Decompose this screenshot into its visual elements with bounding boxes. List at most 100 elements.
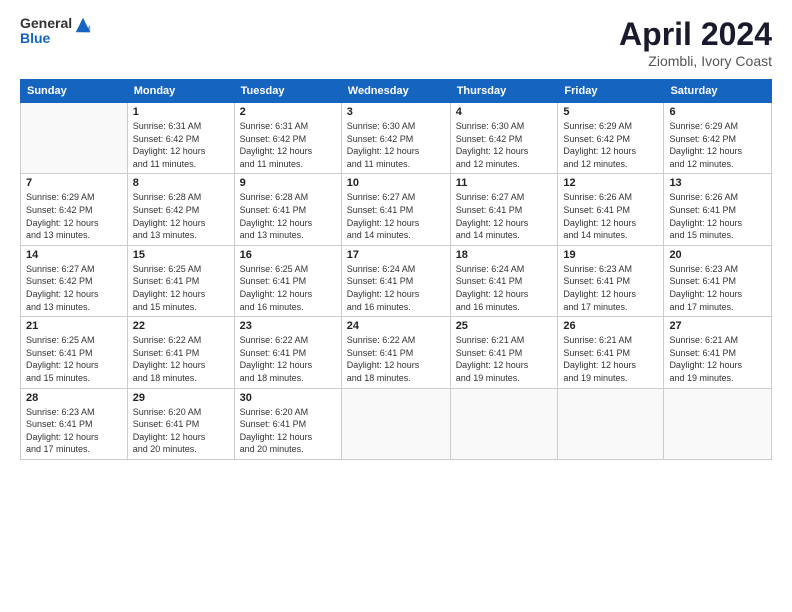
day-info: Sunrise: 6:24 AMSunset: 6:41 PMDaylight:… xyxy=(456,264,529,312)
day-info: Sunrise: 6:30 AMSunset: 6:42 PMDaylight:… xyxy=(456,121,529,169)
day-number: 16 xyxy=(240,249,336,261)
day-number: 29 xyxy=(133,392,229,404)
table-row: 22 Sunrise: 6:22 AMSunset: 6:41 PMDayligh… xyxy=(127,317,234,388)
day-info: Sunrise: 6:29 AMSunset: 6:42 PMDaylight:… xyxy=(26,192,99,240)
table-row: 8Sunrise: 6:28 AMSunset: 6:42 PMDaylight… xyxy=(127,174,234,245)
day-info: Sunrise: 6:29 AMSunset: 6:42 PMDaylight:… xyxy=(669,121,742,169)
day-number: 30 xyxy=(240,392,336,404)
table-row: 28 Sunrise: 6:23 AMSunset: 6:41 PMDayligh… xyxy=(21,388,128,459)
day-number: 27 xyxy=(669,320,766,332)
day-number: 13 xyxy=(669,177,766,189)
calendar-table: Sunday Monday Tuesday Wednesday Thursday… xyxy=(20,79,772,460)
table-row: 6 Sunrise: 6:29 AMSunset: 6:42 PMDaylight… xyxy=(664,103,772,174)
day-number: 19 xyxy=(563,249,658,261)
day-number: 25 xyxy=(456,320,553,332)
day-number: 3 xyxy=(347,106,445,118)
day-info: Sunrise: 6:22 AMSunset: 6:41 PMDaylight:… xyxy=(347,335,420,383)
table-row xyxy=(341,388,450,459)
table-row: 10Sunrise: 6:27 AMSunset: 6:41 PMDayligh… xyxy=(341,174,450,245)
day-number: 26 xyxy=(563,320,658,332)
col-sunday: Sunday xyxy=(21,80,128,103)
table-row xyxy=(21,103,128,174)
table-row: 26 Sunrise: 6:21 AMSunset: 6:41 PMDayligh… xyxy=(558,317,664,388)
col-thursday: Thursday xyxy=(450,80,558,103)
day-info: Sunrise: 6:25 AMSunset: 6:41 PMDaylight:… xyxy=(133,264,206,312)
day-number: 6 xyxy=(669,106,766,118)
table-row: 7 Sunrise: 6:29 AMSunset: 6:42 PMDaylight… xyxy=(21,174,128,245)
day-number: 21 xyxy=(26,320,122,332)
day-info: Sunrise: 6:26 AMSunset: 6:41 PMDaylight:… xyxy=(563,192,636,240)
day-number: 2 xyxy=(240,106,336,118)
day-info: Sunrise: 6:23 AMSunset: 6:41 PMDaylight:… xyxy=(26,407,99,455)
table-row: 20 Sunrise: 6:23 AMSunset: 6:41 PMDayligh… xyxy=(664,245,772,316)
col-monday: Monday xyxy=(127,80,234,103)
table-row: 29 Sunrise: 6:20 AMSunset: 6:41 PMDayligh… xyxy=(127,388,234,459)
table-row xyxy=(450,388,558,459)
day-info: Sunrise: 6:23 AMSunset: 6:41 PMDaylight:… xyxy=(669,264,742,312)
table-row: 4Sunrise: 6:30 AMSunset: 6:42 PMDaylight… xyxy=(450,103,558,174)
table-row: 16 Sunrise: 6:25 AMSunset: 6:41 PMDayligh… xyxy=(234,245,341,316)
day-info: Sunrise: 6:28 AMSunset: 6:42 PMDaylight:… xyxy=(133,192,206,240)
logo: General Blue xyxy=(20,16,92,47)
calendar-week-row: 14 Sunrise: 6:27 AMSunset: 6:42 PMDayligh… xyxy=(21,245,772,316)
col-tuesday: Tuesday xyxy=(234,80,341,103)
day-number: 12 xyxy=(563,177,658,189)
day-number: 7 xyxy=(26,177,122,189)
day-info: Sunrise: 6:29 AMSunset: 6:42 PMDaylight:… xyxy=(563,121,636,169)
table-row: 24 Sunrise: 6:22 AMSunset: 6:41 PMDayligh… xyxy=(341,317,450,388)
logo-icon xyxy=(74,16,92,34)
table-row: 25 Sunrise: 6:21 AMSunset: 6:41 PMDayligh… xyxy=(450,317,558,388)
logo-text: General Blue xyxy=(20,16,72,47)
table-row xyxy=(558,388,664,459)
day-info: Sunrise: 6:31 AMSunset: 6:42 PMDaylight:… xyxy=(133,121,206,169)
day-number: 23 xyxy=(240,320,336,332)
location: Ziombli, Ivory Coast xyxy=(619,53,772,69)
table-row: 27 Sunrise: 6:21 AMSunset: 6:41 PMDayligh… xyxy=(664,317,772,388)
day-number: 28 xyxy=(26,392,122,404)
calendar-week-row: 28 Sunrise: 6:23 AMSunset: 6:41 PMDayligh… xyxy=(21,388,772,459)
col-saturday: Saturday xyxy=(664,80,772,103)
day-info: Sunrise: 6:21 AMSunset: 6:41 PMDaylight:… xyxy=(563,335,636,383)
calendar-week-row: 7 Sunrise: 6:29 AMSunset: 6:42 PMDaylight… xyxy=(21,174,772,245)
day-info: Sunrise: 6:25 AMSunset: 6:41 PMDaylight:… xyxy=(26,335,99,383)
day-number: 1 xyxy=(133,106,229,118)
table-row: 15 Sunrise: 6:25 AMSunset: 6:41 PMDayligh… xyxy=(127,245,234,316)
table-row: 30 Sunrise: 6:20 AMSunset: 6:41 PMDayligh… xyxy=(234,388,341,459)
day-number: 22 xyxy=(133,320,229,332)
day-info: Sunrise: 6:25 AMSunset: 6:41 PMDaylight:… xyxy=(240,264,313,312)
day-info: Sunrise: 6:27 AMSunset: 6:41 PMDaylight:… xyxy=(347,192,420,240)
day-number: 9 xyxy=(240,177,336,189)
table-row: 9 Sunrise: 6:28 AMSunset: 6:41 PMDaylight… xyxy=(234,174,341,245)
col-friday: Friday xyxy=(558,80,664,103)
page: General Blue April 2024 Ziombli, Ivory C… xyxy=(0,0,792,612)
table-row: 13 Sunrise: 6:26 AMSunset: 6:41 PMDayligh… xyxy=(664,174,772,245)
table-row: 23 Sunrise: 6:22 AMSunset: 6:41 PMDayligh… xyxy=(234,317,341,388)
day-number: 5 xyxy=(563,106,658,118)
day-info: Sunrise: 6:20 AMSunset: 6:41 PMDaylight:… xyxy=(133,407,206,455)
day-info: Sunrise: 6:21 AMSunset: 6:41 PMDaylight:… xyxy=(669,335,742,383)
calendar-header-row: Sunday Monday Tuesday Wednesday Thursday… xyxy=(21,80,772,103)
day-info: Sunrise: 6:26 AMSunset: 6:41 PMDaylight:… xyxy=(669,192,742,240)
day-info: Sunrise: 6:28 AMSunset: 6:41 PMDaylight:… xyxy=(240,192,313,240)
day-info: Sunrise: 6:22 AMSunset: 6:41 PMDaylight:… xyxy=(133,335,206,383)
day-info: Sunrise: 6:20 AMSunset: 6:41 PMDaylight:… xyxy=(240,407,313,455)
day-number: 20 xyxy=(669,249,766,261)
table-row: 18 Sunrise: 6:24 AMSunset: 6:41 PMDayligh… xyxy=(450,245,558,316)
table-row xyxy=(664,388,772,459)
table-row: 21 Sunrise: 6:25 AMSunset: 6:41 PMDayligh… xyxy=(21,317,128,388)
day-number: 18 xyxy=(456,249,553,261)
day-info: Sunrise: 6:24 AMSunset: 6:41 PMDaylight:… xyxy=(347,264,420,312)
day-info: Sunrise: 6:22 AMSunset: 6:41 PMDaylight:… xyxy=(240,335,313,383)
day-info: Sunrise: 6:27 AMSunset: 6:42 PMDaylight:… xyxy=(26,264,99,312)
day-info: Sunrise: 6:21 AMSunset: 6:41 PMDaylight:… xyxy=(456,335,529,383)
header: General Blue April 2024 Ziombli, Ivory C… xyxy=(20,16,772,69)
day-number: 14 xyxy=(26,249,122,261)
table-row: 12 Sunrise: 6:26 AMSunset: 6:41 PMDayligh… xyxy=(558,174,664,245)
day-number: 24 xyxy=(347,320,445,332)
month-title: April 2024 xyxy=(619,16,772,53)
table-row: 3Sunrise: 6:30 AMSunset: 6:42 PMDaylight… xyxy=(341,103,450,174)
day-info: Sunrise: 6:27 AMSunset: 6:41 PMDaylight:… xyxy=(456,192,529,240)
day-number: 15 xyxy=(133,249,229,261)
calendar-week-row: 1 Sunrise: 6:31 AMSunset: 6:42 PMDaylight… xyxy=(21,103,772,174)
calendar-week-row: 21 Sunrise: 6:25 AMSunset: 6:41 PMDayligh… xyxy=(21,317,772,388)
